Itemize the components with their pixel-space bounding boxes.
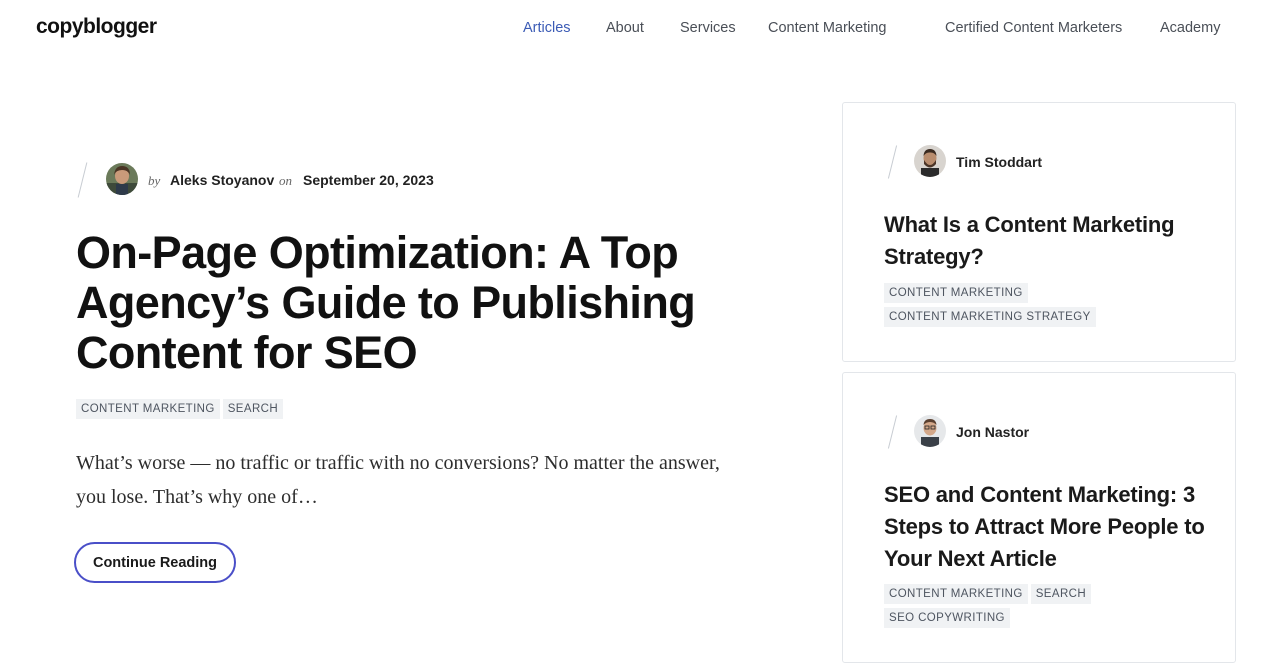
card-author-name[interactable]: Jon Nastor [956, 424, 1029, 440]
article-title[interactable]: On-Page Optimization: A Top Agency’s Gui… [76, 228, 776, 378]
card-author-name[interactable]: Tim Stoddart [956, 154, 1042, 170]
article-excerpt: What’s worse — no traffic or traffic wit… [76, 452, 720, 508]
card-title[interactable]: SEO and Content Marketing: 3 Steps to At… [884, 479, 1214, 575]
author-avatar[interactable] [106, 163, 138, 195]
nav-articles[interactable]: Articles [523, 20, 571, 36]
on-label: on [279, 173, 292, 188]
nav-about[interactable]: About [606, 20, 644, 36]
tag-search[interactable]: SEARCH [222, 399, 284, 419]
nav-content-marketing[interactable]: Content Marketing [768, 20, 886, 36]
card-tags: CONTENT MARKETING CONTENT MARKETING STRA… [884, 283, 1184, 327]
tag-content-marketing[interactable]: CONTENT MARKETING [76, 399, 220, 419]
meta-divider [77, 162, 88, 198]
tag-content-marketing[interactable]: CONTENT MARKETING [884, 283, 1028, 303]
author-avatar[interactable] [914, 415, 946, 447]
nav-academy[interactable]: Academy [1160, 20, 1220, 36]
meta-divider [887, 415, 898, 449]
article-meta: by Aleks Stoyanov on September 20, 2023 [76, 160, 496, 200]
author-avatar[interactable] [914, 145, 946, 177]
card-title[interactable]: What Is a Content Marketing Strategy? [884, 209, 1214, 273]
tag-search[interactable]: SEARCH [1030, 584, 1092, 604]
nav-services[interactable]: Services [680, 20, 736, 36]
tag-content-marketing-strategy[interactable]: CONTENT MARKETING STRATEGY [884, 307, 1096, 327]
tag-seo-copywriting[interactable]: SEO COPYWRITING [884, 608, 1010, 628]
author-name[interactable]: Aleks Stoyanov [170, 172, 274, 188]
article-tags: CONTENT MARKETING SEARCH [76, 399, 284, 419]
publish-date: September 20, 2023 [303, 172, 434, 188]
meta-divider [887, 145, 898, 179]
sidebar-card: Tim Stoddart What Is a Content Marketing… [842, 102, 1236, 362]
sidebar-card: Jon Nastor SEO and Content Marketing: 3 … [842, 372, 1236, 663]
main-nav: Articles About Services Content Marketin… [0, 20, 1266, 40]
by-label: by [148, 173, 161, 188]
nav-certified-content-marketers[interactable]: Certified Content Marketers [945, 20, 1122, 36]
continue-reading-button[interactable]: Continue Reading [74, 542, 236, 583]
card-tags: CONTENT MARKETING SEARCH SEO COPYWRITING [884, 584, 1124, 628]
tag-content-marketing[interactable]: CONTENT MARKETING [884, 584, 1028, 604]
